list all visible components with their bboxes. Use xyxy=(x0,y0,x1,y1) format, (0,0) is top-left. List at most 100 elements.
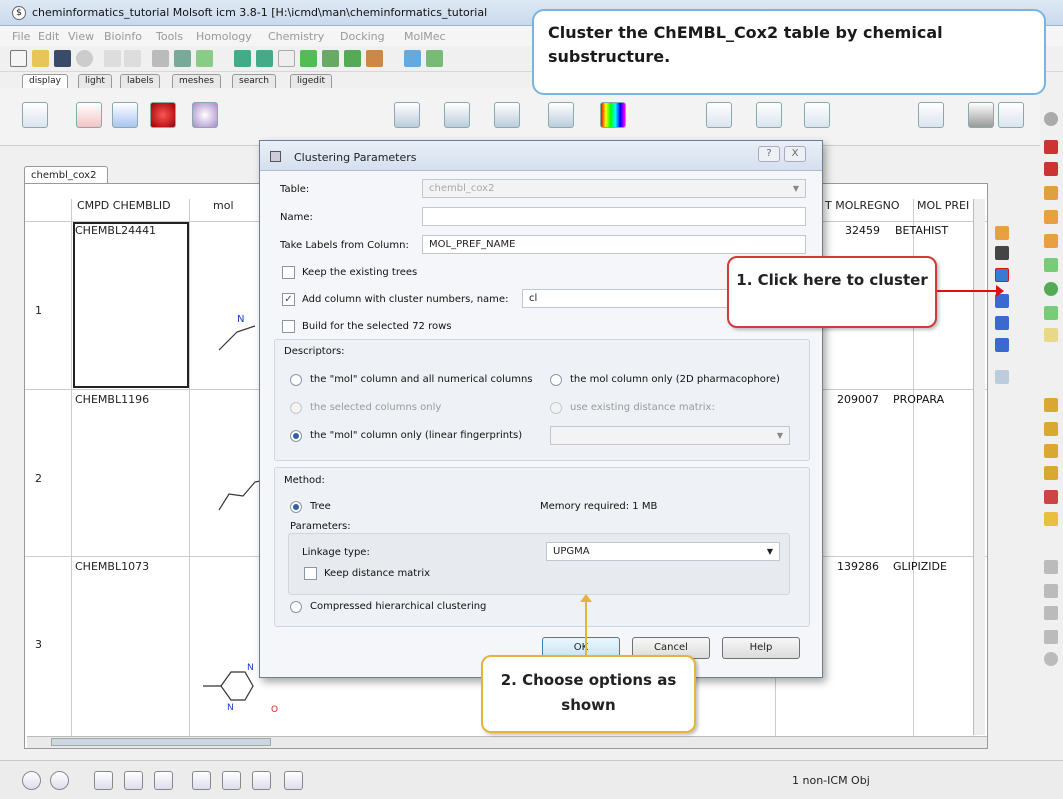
save-view-icon[interactable] xyxy=(968,102,994,128)
select-icon[interactable] xyxy=(1044,258,1058,272)
menu-molmec[interactable]: MolMec xyxy=(404,30,446,43)
linkage-select[interactable]: UPGMA ▼ xyxy=(546,542,780,561)
method-compressed-radio[interactable] xyxy=(290,601,302,613)
row-2-id[interactable]: CHEMBL1196 xyxy=(75,393,149,406)
col-header-mol-pref[interactable]: MOL PREI xyxy=(917,199,969,221)
desc-selected-radio[interactable] xyxy=(290,402,302,414)
wire-icon[interactable] xyxy=(76,102,102,128)
color-icon[interactable] xyxy=(600,102,626,128)
site-label-icon[interactable] xyxy=(548,102,574,128)
residue-icon[interactable] xyxy=(278,50,295,67)
residue-label-icon[interactable] xyxy=(494,102,520,128)
clip-icon[interactable] xyxy=(1044,466,1058,480)
translate-icon[interactable] xyxy=(1044,234,1058,248)
desc-existing-radio[interactable] xyxy=(550,402,562,414)
close-title-button[interactable]: X xyxy=(784,146,806,162)
col-header-mol[interactable]: mol xyxy=(213,199,234,221)
chart-icon[interactable] xyxy=(995,370,1009,384)
open-icon[interactable] xyxy=(32,50,49,67)
cluster-icon[interactable] xyxy=(995,268,1009,282)
binoculars-icon[interactable] xyxy=(995,246,1009,260)
settings-icon[interactable] xyxy=(76,50,93,67)
add-column-checkbox[interactable]: ✓ xyxy=(282,293,295,306)
undo-view-icon[interactable] xyxy=(998,102,1024,128)
table-select[interactable]: chembl_cox2 ▼ xyxy=(422,179,806,198)
panel-icon[interactable] xyxy=(94,771,113,790)
search-sb-icon[interactable] xyxy=(192,771,211,790)
move-icon[interactable] xyxy=(1044,162,1058,176)
zoom-axis-icon[interactable] xyxy=(1044,584,1058,598)
selected-cell[interactable] xyxy=(73,222,189,388)
find-icon[interactable] xyxy=(174,50,191,67)
grid-icon[interactable] xyxy=(366,50,383,67)
fit-icon[interactable] xyxy=(1044,560,1058,574)
search-icon[interactable] xyxy=(1044,186,1058,200)
menu-chemistry[interactable]: Chemistry xyxy=(268,30,324,43)
as-icon[interactable] xyxy=(1044,328,1058,342)
rotate-icon[interactable] xyxy=(1044,210,1058,224)
tab-display[interactable]: display xyxy=(22,74,68,88)
tab-ligedit[interactable]: ligedit xyxy=(290,74,332,88)
grid-view-icon[interactable] xyxy=(995,338,1009,352)
row-3-id[interactable]: CHEMBL1073 xyxy=(75,560,149,573)
chain-icon[interactable] xyxy=(256,50,273,67)
new-icon[interactable] xyxy=(10,50,27,67)
tab-labels[interactable]: labels xyxy=(120,74,161,88)
save-icon[interactable] xyxy=(54,50,71,67)
star-icon[interactable] xyxy=(1044,606,1058,620)
menu-edit[interactable]: Edit xyxy=(38,30,59,43)
vertical-scrollbar[interactable] xyxy=(973,199,985,735)
stop-icon[interactable] xyxy=(22,771,41,790)
tools-icon[interactable] xyxy=(196,50,213,67)
axis-x-icon[interactable] xyxy=(1044,398,1058,412)
desc-mol-2d-radio[interactable] xyxy=(550,374,562,386)
desc-mol-numeric-radio[interactable] xyxy=(290,374,302,386)
menu-homology[interactable]: Homology xyxy=(196,30,252,43)
name-input[interactable] xyxy=(422,207,806,226)
axis-z-icon[interactable] xyxy=(1044,444,1058,458)
edit-icon[interactable] xyxy=(995,226,1009,240)
torsion-icon[interactable] xyxy=(804,102,830,128)
menu-file[interactable]: File xyxy=(12,30,30,43)
scroll-thumb[interactable] xyxy=(51,738,271,746)
keep-trees-checkbox[interactable] xyxy=(282,266,295,279)
stick-icon[interactable] xyxy=(112,102,138,128)
record-icon[interactable] xyxy=(50,771,69,790)
help-button[interactable]: Help xyxy=(722,637,800,659)
angle-icon[interactable] xyxy=(756,102,782,128)
tab-search[interactable]: search xyxy=(232,74,276,88)
col-header-id[interactable]: CMPD CHEMBLID xyxy=(77,199,171,221)
ribbon-icon[interactable] xyxy=(394,102,420,128)
movie-icon[interactable] xyxy=(252,771,271,790)
help-title-button[interactable]: ? xyxy=(758,146,780,162)
labels-from-input[interactable]: MOL_PREF_NAME xyxy=(422,235,806,254)
camera-icon[interactable] xyxy=(222,771,241,790)
table-view-icon[interactable] xyxy=(995,316,1009,330)
keep-matrix-checkbox[interactable] xyxy=(304,567,317,580)
tab-light[interactable]: light xyxy=(78,74,112,88)
menu-tools[interactable]: Tools xyxy=(156,30,183,43)
reset-view-icon[interactable] xyxy=(918,102,944,128)
window-icon[interactable] xyxy=(124,771,143,790)
ligand-icon[interactable] xyxy=(300,50,317,67)
wrench-icon[interactable] xyxy=(284,771,303,790)
measure-icon[interactable] xyxy=(706,102,732,128)
menu-view[interactable]: View xyxy=(68,30,94,43)
layout-icon[interactable] xyxy=(154,771,173,790)
build-selected-checkbox[interactable] xyxy=(282,320,295,333)
slab-icon[interactable] xyxy=(1044,490,1058,504)
undo-icon[interactable] xyxy=(104,50,121,67)
hbond-icon[interactable] xyxy=(322,50,339,67)
method-tree-radio[interactable] xyxy=(290,501,302,513)
ball-icon[interactable] xyxy=(150,102,176,128)
pick-icon[interactable] xyxy=(1044,306,1058,320)
fbs-icon[interactable] xyxy=(404,50,421,67)
zoom-icon[interactable] xyxy=(1044,140,1058,154)
desc-linear-radio[interactable] xyxy=(290,430,302,442)
protein-icon[interactable] xyxy=(234,50,251,67)
menu-bioinfo[interactable]: Bioinfo xyxy=(104,30,142,43)
redo-icon[interactable] xyxy=(124,50,141,67)
stack-icon[interactable] xyxy=(1044,630,1058,644)
tab-meshes[interactable]: meshes xyxy=(172,74,221,88)
sequence-icon[interactable] xyxy=(426,50,443,67)
